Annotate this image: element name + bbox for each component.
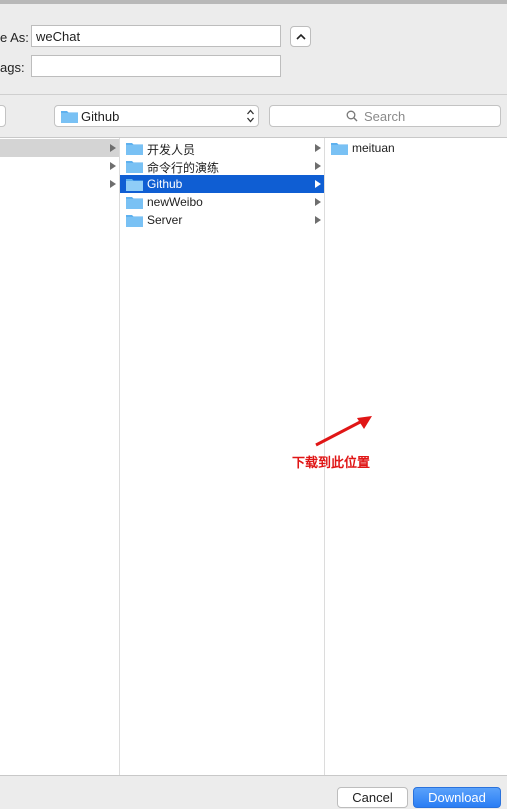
folder-icon	[126, 197, 143, 209]
save-as-field[interactable]: weChat	[31, 25, 281, 47]
list-item[interactable]: 命令行的演练	[120, 157, 324, 175]
window-top-edge	[0, 0, 507, 4]
save-as-label: e As:	[0, 30, 29, 45]
cancel-button[interactable]: Cancel	[337, 787, 408, 808]
disclosure-triangle-icon	[315, 216, 321, 224]
list-item-label: 开发人员	[147, 143, 196, 157]
list-item-label: Github	[147, 177, 183, 191]
folder-icon	[126, 161, 143, 173]
tags-label: ags:	[0, 60, 25, 75]
list-item-label: 命令行的演练	[147, 161, 220, 175]
folder-icon	[126, 215, 143, 227]
list-item[interactable]: Server	[120, 211, 324, 229]
disclosure-triangle-icon	[110, 144, 116, 152]
disclosure-triangle-icon	[315, 144, 321, 152]
list-item-label: Server	[147, 213, 183, 227]
list-item[interactable]	[0, 139, 119, 157]
search-icon	[346, 110, 358, 122]
list-item-label: meituan	[352, 141, 395, 155]
disclosure-triangle-icon	[110, 162, 116, 170]
folder-icon	[126, 179, 143, 191]
tags-field[interactable]	[31, 55, 281, 77]
disclosure-triangle-icon	[110, 180, 116, 188]
list-item[interactable]: meituan	[325, 139, 507, 157]
list-item-selected[interactable]: Github	[120, 175, 324, 193]
disclosure-triangle-icon	[315, 198, 321, 206]
toolbar-separator	[0, 94, 507, 95]
annotation-arrow-icon	[315, 416, 372, 447]
download-button[interactable]: Download	[413, 787, 501, 808]
folder-icon	[331, 143, 348, 155]
search-placeholder: Search	[364, 109, 406, 124]
disclosure-triangle-icon	[315, 180, 321, 188]
list-item-label: newWeibo	[147, 195, 203, 209]
column-1	[0, 138, 120, 775]
list-item[interactable]: 开发人员	[120, 139, 324, 157]
folder-icon	[126, 143, 143, 155]
list-item[interactable]	[0, 175, 119, 193]
chevron-up-icon	[295, 33, 306, 40]
view-mode-button[interactable]	[0, 105, 6, 127]
search-field[interactable]: Search	[269, 105, 501, 127]
list-item[interactable]: newWeibo	[120, 193, 324, 211]
up-down-arrows-icon	[247, 109, 254, 123]
column-browser: 开发人员 命令行的演练 Github newWeibo Server meitu…	[0, 137, 507, 776]
disclosure-triangle-icon	[315, 162, 321, 170]
annotation-text: 下载到此位置	[292, 455, 371, 470]
location-popup[interactable]: Github	[54, 105, 259, 127]
location-popup-label: Github	[81, 109, 120, 124]
list-item[interactable]	[0, 157, 119, 175]
folder-icon	[61, 111, 78, 123]
expand-dialog-button[interactable]	[290, 26, 311, 47]
